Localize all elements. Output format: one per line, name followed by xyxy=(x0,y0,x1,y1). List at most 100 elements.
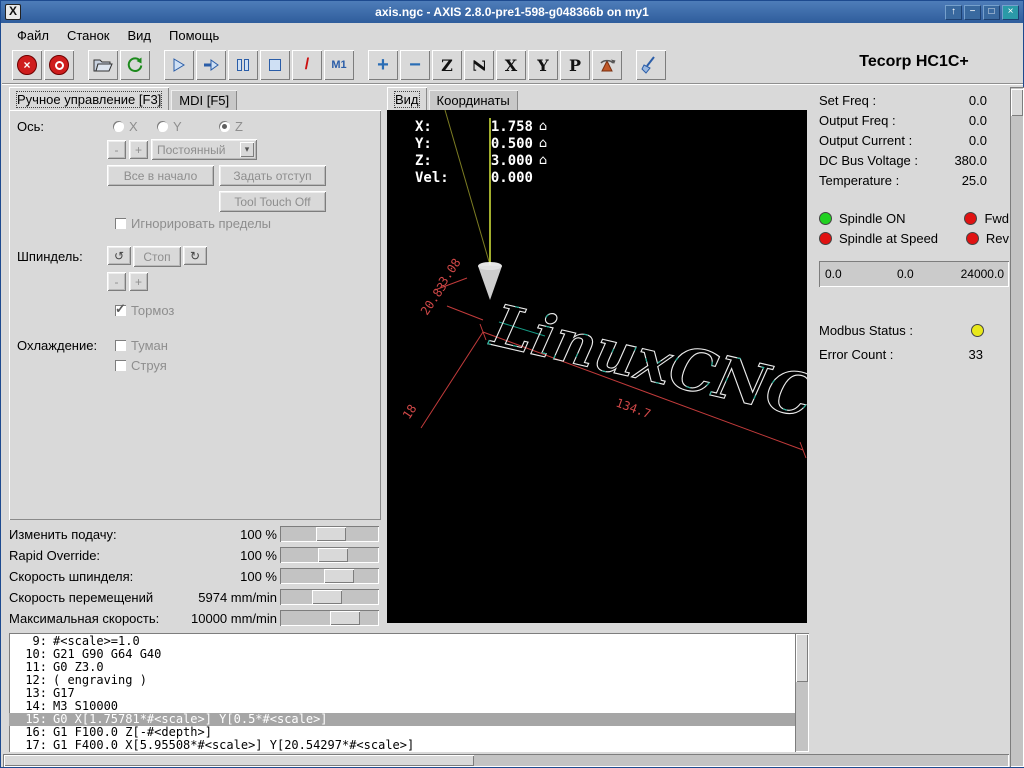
radio-icon xyxy=(219,121,230,132)
spindle-stop-button[interactable]: Стоп xyxy=(133,246,181,267)
gcode-line[interactable]: 10:G21 G90 G64 G40 xyxy=(9,648,795,661)
sticky-button[interactable]: ↑ xyxy=(945,5,962,20)
step-arrow-icon xyxy=(202,57,220,73)
radio-icon xyxy=(157,121,168,132)
view-z-button[interactable]: Z xyxy=(432,50,462,80)
view-z-rotated-button[interactable]: Z xyxy=(464,50,494,80)
folder-icon xyxy=(93,57,113,73)
pause-button[interactable] xyxy=(228,50,258,80)
preview-canvas[interactable]: 134.7 20.83 3.08 18 LinuxCNC LinuxCNC X:… xyxy=(387,110,807,623)
gcode-line[interactable]: 13:G17 xyxy=(9,687,795,700)
gcode-hscrollbar[interactable] xyxy=(3,754,1009,767)
menu-machine[interactable]: Станок xyxy=(58,25,119,46)
gcode-listing[interactable]: 9:#<scale>=1.0 10:G21 G90 G64 G40 11:G0 … xyxy=(9,633,795,752)
gcode-vscrollbar[interactable] xyxy=(795,633,809,752)
spindle-ccw-button[interactable]: ↺ xyxy=(107,246,131,265)
tab-preview[interactable]: Вид xyxy=(387,87,427,111)
scrollbar-thumb[interactable] xyxy=(1011,89,1023,116)
machine-power-button[interactable] xyxy=(44,50,74,80)
zoom-out-button[interactable]: − xyxy=(400,50,430,80)
spindle-slower-button[interactable]: - xyxy=(107,272,126,291)
axis-radio-x[interactable]: X xyxy=(113,119,138,134)
slider-handle[interactable] xyxy=(312,590,342,604)
spindle-speed-scale[interactable]: 0.0 0.0 24000.0 xyxy=(819,261,1009,287)
estop-button[interactable]: × xyxy=(12,50,42,80)
close-button[interactable]: × xyxy=(1002,5,1019,20)
output-freq-value: 0.0 xyxy=(969,113,987,128)
reload-file-button[interactable] xyxy=(120,50,150,80)
broom-icon xyxy=(641,55,661,75)
clear-plot-button[interactable] xyxy=(636,50,666,80)
window-title: axis.ngc - AXIS 2.8.0-pre1-598-g048366b … xyxy=(111,5,913,19)
touch-off-button[interactable]: Задать отступ xyxy=(219,165,326,186)
jog-increment-select[interactable]: Постоянный ▾ xyxy=(151,139,257,160)
spindle-at-speed-led xyxy=(819,232,832,245)
homed-icon: ⌂ xyxy=(533,153,553,168)
tab-manual-control[interactable]: Ручное управление [F3] xyxy=(9,87,169,111)
jog-plus-button[interactable]: + xyxy=(129,140,148,159)
open-file-button[interactable] xyxy=(88,50,118,80)
max-velocity-slider[interactable] xyxy=(280,610,379,626)
slash-icon: / xyxy=(305,56,309,74)
gcode-line[interactable]: 12:( engraving ) xyxy=(9,674,795,687)
slider-handle[interactable] xyxy=(330,611,360,625)
axis-radio-y[interactable]: Y xyxy=(157,119,182,134)
window-vscrollbar[interactable] xyxy=(1010,87,1024,767)
mist-checkbox[interactable]: Туман xyxy=(115,338,168,353)
stop-button[interactable] xyxy=(260,50,290,80)
run-button[interactable] xyxy=(164,50,194,80)
jog-speed-slider[interactable] xyxy=(280,589,379,605)
output-current-label: Output Current : xyxy=(819,133,912,148)
optional-stop-button[interactable]: M1 xyxy=(324,50,354,80)
titlebar[interactable]: X axis.ngc - AXIS 2.8.0-pre1-598-g048366… xyxy=(1,1,1023,23)
error-count-value: 33 xyxy=(969,347,983,362)
tool-cone xyxy=(478,266,502,300)
gcode-line[interactable]: 17:G1 F400.0 X[5.95508*#<scale>] Y[20.54… xyxy=(9,739,795,752)
rapid-override-slider[interactable] xyxy=(280,547,379,563)
view-perspective-button[interactable]: P xyxy=(560,50,590,80)
zoom-in-button[interactable]: + xyxy=(368,50,398,80)
skip-lines-button[interactable]: / xyxy=(292,50,322,80)
menu-view[interactable]: Вид xyxy=(119,25,161,46)
axis-label: Ось: xyxy=(17,119,44,134)
temperature-value: 25.0 xyxy=(962,173,987,188)
scrollbar-thumb[interactable] xyxy=(796,634,808,682)
flood-checkbox[interactable]: Струя xyxy=(115,358,167,373)
run-step-button[interactable] xyxy=(196,50,226,80)
tab-mdi[interactable]: MDI [F5] xyxy=(171,90,237,111)
axis-radio-z[interactable]: Z xyxy=(219,119,243,134)
checkbox-icon xyxy=(115,360,126,371)
window-icon: X xyxy=(5,4,21,20)
minimize-button[interactable]: − xyxy=(964,5,981,20)
spindle-override-slider[interactable] xyxy=(280,568,379,584)
checkbox-icon xyxy=(115,340,126,351)
slider-handle[interactable] xyxy=(318,548,348,562)
error-count-label: Error Count : xyxy=(819,347,893,362)
fwd-led xyxy=(964,212,977,225)
tool-touch-off-button[interactable]: Tool Touch Off xyxy=(219,191,326,212)
spindle-faster-button[interactable]: + xyxy=(129,272,148,291)
max-velocity-row: Максимальная скорость: 10000 mm/min xyxy=(9,608,381,629)
slider-handle[interactable] xyxy=(324,569,354,583)
dro-display: X:1.758⌂ Y:0.500⌂ Z:3.000⌂ Vel:0.000 xyxy=(415,118,553,186)
y-view-icon: Y xyxy=(537,56,548,75)
brake-checkbox[interactable]: Тормоз xyxy=(115,303,174,318)
menu-file[interactable]: Файл xyxy=(8,25,58,46)
pause-icon xyxy=(236,58,250,72)
ignore-limits-checkbox[interactable]: Игнорировать пределы xyxy=(115,216,271,231)
m1-icon: M1 xyxy=(331,59,346,71)
view-y-button[interactable]: Y xyxy=(528,50,558,80)
scrollbar-thumb[interactable] xyxy=(4,755,474,766)
home-all-button[interactable]: Все в начало xyxy=(107,165,214,186)
set-freq-value: 0.0 xyxy=(969,93,987,108)
menu-help[interactable]: Помощь xyxy=(160,25,228,46)
maximize-button[interactable]: □ xyxy=(983,5,1000,20)
rotate-view-button[interactable] xyxy=(592,50,622,80)
jog-minus-button[interactable]: - xyxy=(107,140,126,159)
slider-handle[interactable] xyxy=(316,527,346,541)
view-x-button[interactable]: X xyxy=(496,50,526,80)
spindle-cw-button[interactable]: ↻ xyxy=(183,246,207,265)
feed-override-slider[interactable] xyxy=(280,526,379,542)
window-controls: ↑ − □ × xyxy=(945,5,1019,20)
tab-dro[interactable]: Координаты xyxy=(429,90,518,111)
